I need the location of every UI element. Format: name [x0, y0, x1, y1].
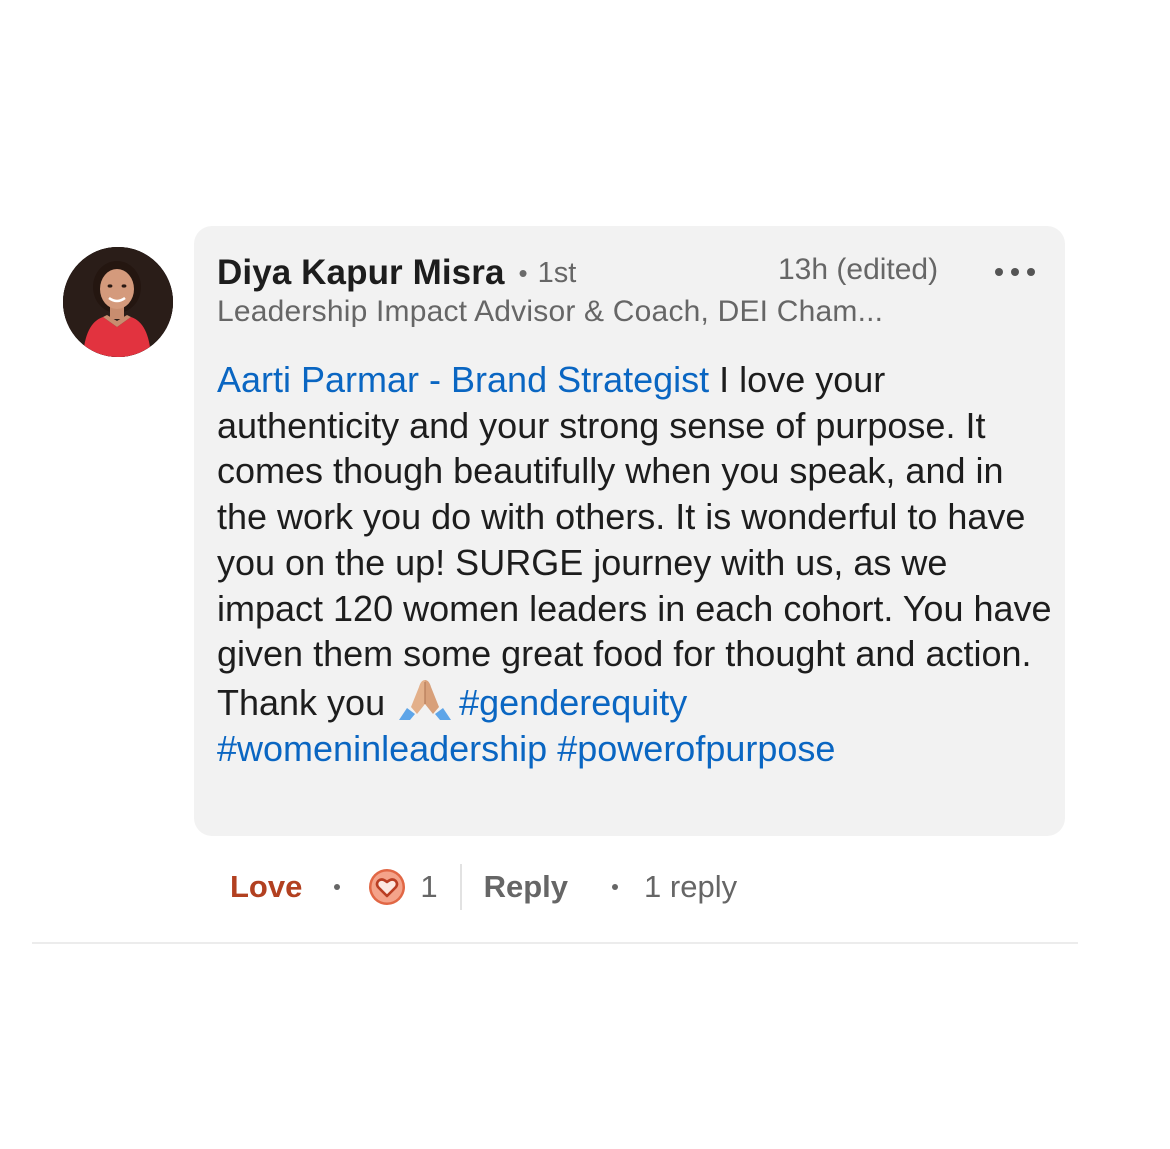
more-options-icon[interactable]: [995, 260, 1035, 284]
hashtag-powerofpurpose[interactable]: #powerofpurpose: [557, 728, 835, 769]
comment-body-text: I love your authenticity and your strong…: [217, 359, 1052, 723]
author-avatar[interactable]: [63, 247, 173, 357]
separator-dot: [612, 884, 619, 890]
love-reaction-button[interactable]: Love: [230, 869, 302, 905]
comment-actions: Love 1 Reply 1 reply: [230, 862, 737, 912]
connection-degree: 1st: [537, 256, 577, 289]
reply-button[interactable]: Reply: [484, 869, 568, 905]
folded-hands-emoji: [399, 679, 452, 720]
comment-bubble: Diya Kapur Misra • 1st 13h (edited) Lead…: [194, 226, 1065, 836]
comment-text: Aarti Parmar - Brand Strategist I love y…: [217, 357, 1057, 771]
more-dot: [995, 268, 1003, 276]
author-photo: [63, 247, 173, 357]
reaction-count[interactable]: 1: [420, 869, 437, 905]
mention-link[interactable]: Aarti Parmar - Brand Strategist: [217, 359, 709, 400]
heart-icon[interactable]: [368, 868, 406, 906]
more-dot: [1027, 268, 1035, 276]
more-dot: [1011, 268, 1019, 276]
author-headline: Leadership Impact Advisor & Coach, DEI C…: [217, 295, 884, 328]
action-divider: [459, 864, 462, 910]
replies-count-link[interactable]: 1 reply: [644, 869, 737, 905]
comment-timestamp: 13h (edited): [778, 253, 939, 286]
separator-dot: [334, 884, 341, 890]
comment-divider: [32, 942, 1078, 944]
author-row: Diya Kapur Misra • 1st: [217, 250, 576, 296]
hashtag-womeninleadership[interactable]: #womeninleadership: [217, 728, 547, 769]
separator-dot: •: [518, 257, 528, 288]
hashtag-genderequity[interactable]: #genderequity: [459, 682, 687, 723]
author-name[interactable]: Diya Kapur Misra: [217, 253, 505, 293]
